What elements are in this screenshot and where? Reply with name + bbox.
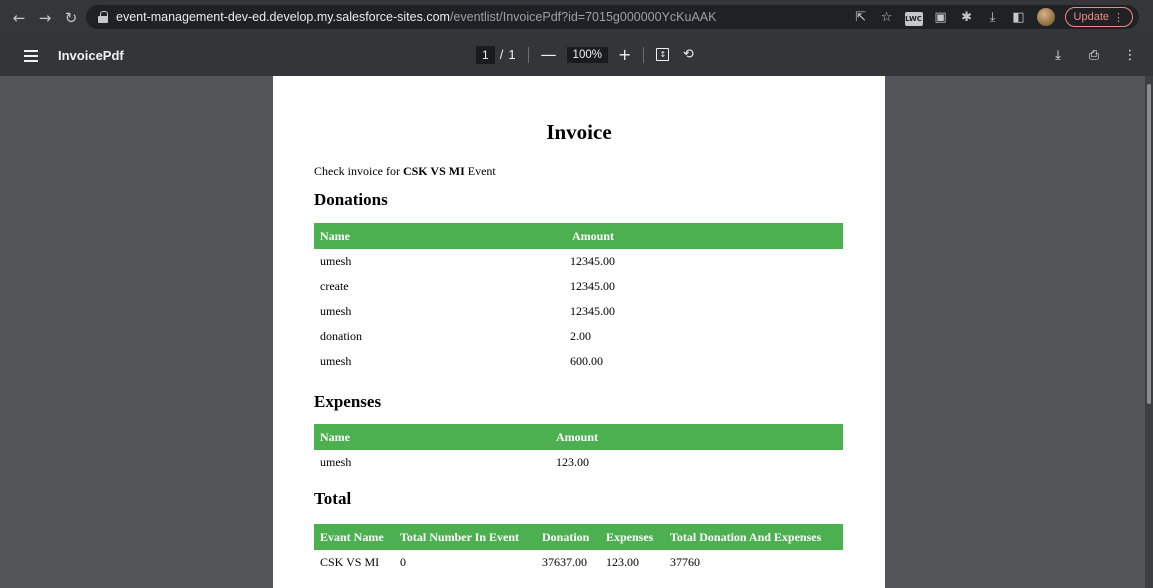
url-domain: event-management-dev-ed.develop.my.sales…	[116, 10, 450, 24]
table-cell: 37760	[670, 555, 700, 569]
update-button[interactable]: Update ⋮	[1064, 7, 1133, 27]
more-options-icon[interactable]: ⋮	[1123, 48, 1137, 63]
column-header: Total Donation And Expenses	[664, 524, 843, 550]
zoom-input[interactable]: 100%	[566, 46, 608, 63]
table-row: umesh 12345.00	[314, 249, 843, 274]
table-header-row: Name Amount	[314, 223, 843, 249]
table-cell: 123.00	[556, 455, 589, 469]
bookmark-star-icon[interactable]: ☆	[879, 9, 895, 25]
table-row: umesh 600.00	[314, 349, 843, 374]
lock-icon[interactable]	[98, 11, 108, 23]
intro-prefix: Check invoice for	[314, 164, 400, 178]
expenses-table: Name Amount umesh 123.00	[314, 424, 843, 475]
download-icon[interactable]: ⤓	[985, 9, 1001, 25]
side-panel-icon[interactable]: ◧	[1011, 9, 1027, 25]
table-cell: CSK VS MI	[320, 555, 380, 569]
table-cell: 12345.00	[570, 279, 615, 293]
menu-icon[interactable]	[24, 50, 38, 62]
table-header-row: Evant Name Total Number In Event Donatio…	[314, 524, 843, 550]
invoice-title: Invoice	[546, 120, 612, 144]
intro-suffix: Event	[467, 164, 496, 178]
pdf-toolbar: InvoicePdf 1 / 1 — 100% + ↕ ⟲ ⤓ ⎙ ⋮	[0, 36, 1153, 76]
extension-icon[interactable]: ▣	[933, 9, 949, 25]
back-arrow-icon[interactable]: ←	[8, 7, 30, 29]
scroll-thumb[interactable]	[1147, 84, 1151, 404]
table-row: umesh 12345.00	[314, 299, 843, 324]
share-icon[interactable]: ⇱	[853, 9, 869, 25]
table-cell: 2.00	[570, 329, 591, 343]
table-cell: 12345.00	[570, 254, 615, 268]
table-row: create 12345.00	[314, 274, 843, 299]
page-controls: 1 / 1 — 100% + ↕ ⟲	[476, 45, 695, 64]
column-header: Name	[314, 424, 550, 450]
update-label: Update	[1073, 11, 1109, 23]
column-header: Expenses	[600, 524, 664, 550]
current-page-input[interactable]: 1	[476, 45, 495, 64]
more-options-icon: ⋮	[1113, 11, 1124, 24]
lwc-extension-icon[interactable]: LWC	[904, 11, 923, 26]
table-row: CSK VS MI 0 37637.00 123.00 37760	[314, 550, 843, 575]
table-cell: 123.00	[606, 555, 639, 569]
address-bar[interactable]: event-management-dev-ed.develop.my.sales…	[86, 5, 1139, 29]
table-cell: umesh	[320, 455, 352, 469]
event-name: CSK VS MI	[402, 164, 465, 178]
zoom-out-icon[interactable]: —	[541, 45, 557, 64]
table-row: donation 2.00	[314, 324, 843, 349]
profile-avatar[interactable]	[1036, 8, 1055, 26]
url-path: /eventlist/InvoicePdf?id=7015g000000YcKu…	[449, 10, 717, 24]
table-cell: 0	[400, 555, 406, 569]
total-heading: Total	[314, 489, 352, 508]
puzzle-extensions-icon[interactable]: ✱	[959, 9, 975, 25]
fit-page-icon[interactable]: ↕	[656, 48, 670, 61]
expenses-heading: Expenses	[314, 392, 382, 411]
invoice-intro: Check invoice for CSK VS MI Event	[314, 164, 496, 179]
table-row: umesh 123.00	[314, 450, 843, 475]
table-header-row: Name Amount	[314, 424, 843, 450]
reload-icon[interactable]: ↻	[60, 7, 82, 29]
scrollbar[interactable]	[1145, 76, 1153, 588]
column-header: Amount	[550, 424, 843, 450]
donations-heading: Donations	[314, 190, 388, 209]
page-separator: /	[499, 47, 504, 62]
table-cell: donation	[320, 329, 362, 343]
table-cell: create	[320, 279, 349, 293]
download-icon[interactable]: ⤓	[1051, 48, 1065, 63]
column-header: Name	[314, 223, 564, 249]
total-pages: 1	[508, 47, 516, 62]
table-cell: 12345.00	[570, 304, 615, 318]
donations-table: Name Amount umesh 12345.00 create 12345.00…	[314, 223, 843, 374]
table-cell: umesh	[320, 304, 352, 318]
print-icon[interactable]: ⎙	[1087, 48, 1101, 63]
column-header: Total Number In Event	[394, 524, 536, 550]
pdf-title: InvoicePdf	[58, 48, 124, 63]
pdf-page: Invoice Check invoice for CSK VS MI Even…	[273, 76, 885, 588]
rotate-icon[interactable]: ⟲	[681, 47, 695, 62]
divider	[643, 46, 645, 63]
table-cell: umesh	[320, 254, 352, 268]
divider	[527, 46, 529, 63]
zoom-in-icon[interactable]: +	[618, 45, 631, 64]
browser-toolbar: ← → ↻ event-management-dev-ed.develop.my…	[0, 0, 1153, 36]
column-header: Amount	[564, 223, 843, 249]
table-cell: umesh	[320, 354, 352, 368]
forward-arrow-icon[interactable]: →	[34, 7, 56, 29]
column-header: Evant Name	[314, 524, 394, 550]
column-header: Donation	[536, 524, 600, 550]
table-cell: 600.00	[570, 354, 603, 368]
table-cell: 37637.00	[542, 555, 587, 569]
total-table: Evant Name Total Number In Event Donatio…	[314, 524, 843, 575]
